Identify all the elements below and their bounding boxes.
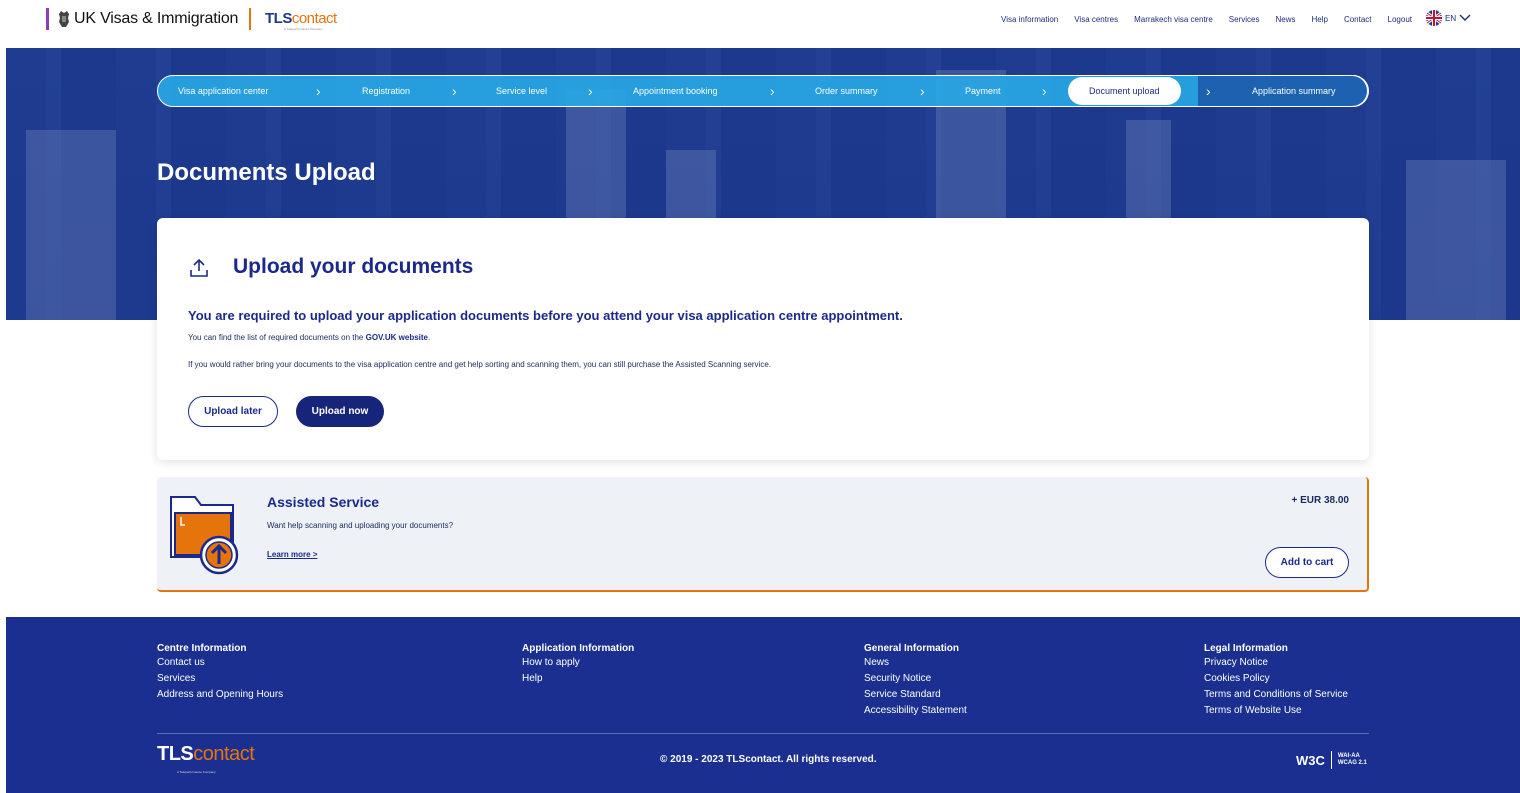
- footer-heading: Legal Information: [1204, 643, 1288, 654]
- nav-visa-information[interactable]: Visa information: [1001, 15, 1058, 24]
- upload-later-button[interactable]: Upload later: [188, 396, 278, 427]
- step-order-summary[interactable]: Order summary: [815, 86, 878, 96]
- site-footer: Centre Information Contact us Services A…: [6, 617, 1520, 793]
- footer-heading: Centre Information: [157, 643, 247, 654]
- upload-icon: [190, 258, 208, 277]
- assisted-service-card: Assisted Service Want help scanning and …: [157, 477, 1369, 592]
- copyright-text: © 2019 - 2023 TLScontact. All rights res…: [660, 754, 877, 765]
- badge-divider: [1330, 751, 1332, 769]
- footer-link-terms-website-use[interactable]: Terms of Website Use: [1204, 703, 1348, 719]
- skyline-building: [26, 130, 116, 320]
- footer-link-help[interactable]: Help: [522, 671, 634, 687]
- footer-heading: Application Information: [522, 643, 635, 654]
- wcag-line-2: WCAG 2.1: [1337, 760, 1367, 766]
- top-header: UK Visas & Immigration TLScontact A Tele…: [0, 0, 1520, 40]
- footer-link-privacy-notice[interactable]: Privacy Notice: [1204, 655, 1348, 671]
- footer-link-service-standard[interactable]: Service Standard: [864, 687, 967, 703]
- top-nav: Visa information Visa centres Marrakech …: [1001, 15, 1412, 24]
- footer-col-centre-information: Centre Information Contact us Services A…: [157, 643, 283, 703]
- footer-logo-subtitle: A Teleperformance Company: [177, 770, 216, 774]
- tls-logo[interactable]: TLScontact: [265, 10, 337, 27]
- brand-separator: [249, 8, 251, 30]
- chevron-right-icon: ›: [1042, 83, 1047, 99]
- nav-news[interactable]: News: [1275, 15, 1295, 24]
- footer-link-services[interactable]: Services: [157, 671, 283, 687]
- step-document-upload-current[interactable]: Document upload: [1068, 77, 1181, 105]
- wcag-label: WAI-AA WCAG 2.1: [1338, 753, 1367, 767]
- required-documents-text: You can find the list of required docume…: [188, 333, 430, 342]
- chevron-right-icon: ›: [1206, 83, 1211, 99]
- chevron-right-icon: ›: [452, 83, 457, 99]
- upload-now-button[interactable]: Upload now: [296, 396, 384, 427]
- brand-accent-bar: [46, 8, 49, 30]
- required-documents-suffix: .: [428, 333, 431, 342]
- uk-flag-icon: [1426, 10, 1442, 26]
- footer-link-accessibility-statement[interactable]: Accessibility Statement: [864, 703, 967, 719]
- tls-logo-subtitle: A Teleperformance Company: [284, 27, 323, 31]
- footer-link-cookies-policy[interactable]: Cookies Policy: [1204, 671, 1348, 687]
- footer-col-general-information: General Information News Security Notice…: [864, 643, 967, 719]
- nav-visa-centres[interactable]: Visa centres: [1074, 15, 1118, 24]
- footer-tls-logo[interactable]: TLScontact: [157, 743, 255, 766]
- footer-logo-main: TLS: [157, 743, 194, 765]
- ukvi-logo-text[interactable]: UK Visas & Immigration: [74, 10, 238, 28]
- required-documents-prefix: You can find the list of required docume…: [188, 333, 366, 342]
- language-selector[interactable]: EN: [1426, 10, 1471, 26]
- assisted-service-price: + EUR 38.00: [1291, 495, 1349, 506]
- step-application-summary[interactable]: Application summary: [1252, 86, 1336, 96]
- upload-documents-card: Upload your documents You are required t…: [157, 218, 1369, 460]
- language-label: EN: [1445, 13, 1457, 23]
- nav-help[interactable]: Help: [1312, 15, 1328, 24]
- nav-logout[interactable]: Logout: [1388, 15, 1412, 24]
- footer-link-how-to-apply[interactable]: How to apply: [522, 655, 634, 671]
- chevron-right-icon: ›: [588, 83, 593, 99]
- tls-logo-main: TLS: [265, 10, 292, 27]
- footer-logo-contact: contact: [193, 743, 255, 765]
- upload-card-title: Upload your documents: [233, 255, 474, 278]
- page-title: Documents Upload: [157, 159, 376, 186]
- footer-link-address-opening-hours[interactable]: Address and Opening Hours: [157, 687, 283, 703]
- chevron-down-icon: [1459, 14, 1471, 21]
- footer-link-contact-us[interactable]: Contact us: [157, 655, 283, 671]
- footer-divider: [157, 733, 1369, 734]
- footer-col-application-information: Application Information How to apply Hel…: [522, 643, 634, 687]
- upload-requirement-text: You are required to upload your applicat…: [188, 308, 903, 323]
- footer-heading: General Information: [864, 643, 960, 654]
- add-to-cart-button[interactable]: Add to cart: [1265, 547, 1349, 578]
- step-visa-application-center[interactable]: Visa application center: [178, 86, 268, 96]
- assisted-service-description: Want help scanning and uploading your do…: [267, 521, 454, 530]
- wcag-line-1: WAI-AA: [1337, 753, 1360, 759]
- chevron-right-icon: ›: [316, 83, 321, 99]
- govuk-website-link[interactable]: GOV.UK website: [366, 333, 428, 342]
- nav-marrakech-visa-centre[interactable]: Marrakech visa centre: [1134, 15, 1213, 24]
- folder-upload-icon: [170, 496, 239, 575]
- step-registration[interactable]: Registration: [362, 86, 410, 96]
- royal-crest-icon: [59, 11, 69, 27]
- w3c-logo: W3C: [1296, 752, 1325, 768]
- footer-link-security-notice[interactable]: Security Notice: [864, 671, 967, 687]
- assisted-scanning-note: If you would rather bring your documents…: [188, 360, 772, 369]
- step-service-level[interactable]: Service level: [496, 86, 547, 96]
- footer-col-legal-information: Legal Information Privacy Notice Cookies…: [1204, 643, 1348, 719]
- chevron-right-icon: ›: [770, 83, 775, 99]
- step-payment[interactable]: Payment: [965, 86, 1001, 96]
- nav-services[interactable]: Services: [1229, 15, 1260, 24]
- step-appointment-booking[interactable]: Appointment booking: [633, 86, 718, 96]
- tls-logo-contact: contact: [291, 10, 337, 27]
- footer-link-news[interactable]: News: [864, 655, 967, 671]
- nav-contact[interactable]: Contact: [1344, 15, 1372, 24]
- skyline-building: [1406, 160, 1506, 320]
- chevron-right-icon: ›: [920, 83, 925, 99]
- footer-link-terms-conditions[interactable]: Terms and Conditions of Service: [1204, 687, 1348, 703]
- assisted-service-title: Assisted Service: [267, 494, 380, 510]
- progress-stepper: Visa application center › Registration ›…: [157, 75, 1369, 107]
- learn-more-link[interactable]: Learn more >: [267, 550, 317, 559]
- w3c-wcag-badge[interactable]: W3C WAI-AA WCAG 2.1: [1296, 751, 1367, 769]
